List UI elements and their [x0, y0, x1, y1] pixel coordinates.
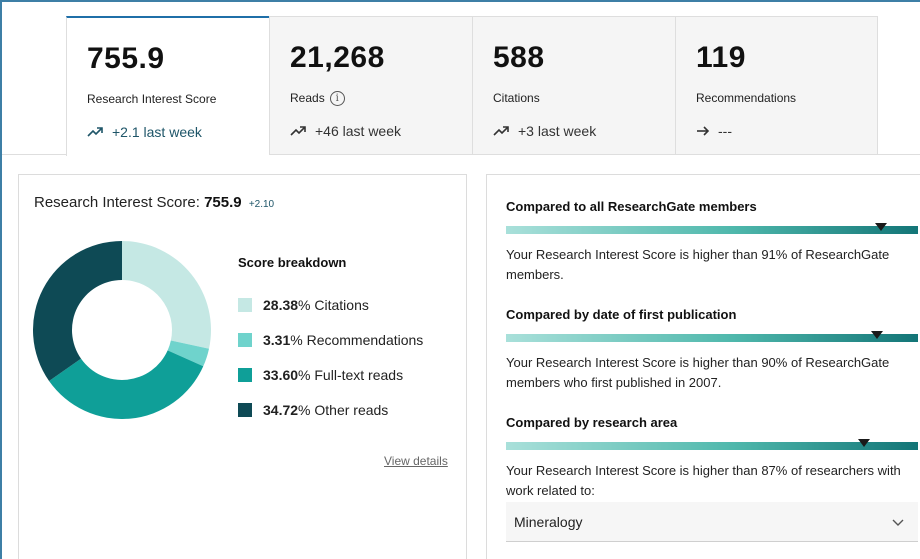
comparison-text: Your Research Interest Score is higher t… — [506, 463, 901, 498]
tab-value: 119 — [696, 41, 746, 74]
tab-label: Reads — [290, 91, 325, 105]
score-title: Research Interest Score: 755.9 +2.10 — [34, 194, 275, 211]
score-breakdown-card: Research Interest Score: 755.9 +2.10 Sco… — [18, 174, 467, 559]
comparisons-card: Compared to all ResearchGate members You… — [486, 174, 920, 559]
tab-trend-text: +3 last week — [518, 123, 597, 139]
score-value: 755.9 — [204, 194, 242, 211]
tab-trend-text: +2.1 last week — [112, 124, 202, 140]
legend-item-citations: 28.38% Citations — [238, 287, 423, 322]
comparison-first-publication: Compared by date of first publication Yo… — [506, 307, 918, 393]
score-delta: +2.10 — [248, 199, 275, 210]
tab-label: Recommendations — [696, 91, 797, 105]
tab-value: 755.9 — [87, 42, 165, 75]
percentile-marker — [858, 439, 871, 447]
comparison-title: Compared by date of first publication — [506, 307, 737, 322]
trend-up-icon — [493, 126, 510, 136]
tab-trend-text: +46 last week — [315, 123, 401, 139]
stats-tabs: 755.9 Research Interest Score +2.1 last … — [66, 16, 878, 156]
comparison-text: Your Research Interest Score is higher t… — [506, 247, 890, 282]
percentile-marker — [874, 223, 887, 231]
donut-slice-other-reads — [33, 241, 123, 382]
comparison-title: Compared by research area — [506, 415, 678, 430]
legend-swatch — [238, 297, 252, 312]
info-icon[interactable]: i — [329, 90, 345, 106]
trend-up-icon — [87, 127, 104, 137]
donut-slice-citations — [122, 241, 211, 349]
tab-recommendations[interactable]: 119 Recommendations --- — [675, 16, 878, 155]
research-area-select[interactable]: Mineralogy — [506, 502, 918, 542]
legend-item-other-reads: 34.72% Other reads — [238, 392, 423, 427]
legend-item-recommendations: 3.31% Recommendations — [238, 322, 423, 357]
chevron-down-icon — [892, 514, 904, 530]
score-donut-chart — [33, 241, 211, 419]
stats-panel: 755.9 Research Interest Score +2.1 last … — [0, 0, 920, 559]
tab-citations[interactable]: 588 Citations +3 last week — [472, 16, 675, 155]
score-breakdown: Score breakdown 28.38% Citations 3.31% R… — [238, 255, 423, 427]
percentile-bar — [506, 439, 918, 450]
legend-swatch — [238, 402, 252, 417]
percentile-bar — [506, 331, 918, 342]
legend-swatch — [238, 332, 252, 347]
legend-swatch — [238, 367, 252, 382]
comparison-research-area: Compared by research area Your Research … — [506, 415, 918, 501]
percentile-marker — [870, 331, 883, 339]
trend-up-icon — [290, 126, 307, 136]
tab-value: 588 — [493, 41, 545, 74]
tab-research-interest-score[interactable]: 755.9 Research Interest Score +2.1 last … — [66, 16, 269, 156]
tab-trend-text: --- — [718, 123, 732, 139]
tab-reads[interactable]: 21,268 Reads i +46 last week — [269, 16, 472, 155]
tab-value: 21,268 — [290, 41, 385, 74]
comparison-text: Your Research Interest Score is higher t… — [506, 355, 890, 390]
comparison-title: Compared to all ResearchGate members — [506, 199, 757, 214]
research-area-value: Mineralogy — [514, 513, 583, 530]
percentile-bar — [506, 223, 918, 234]
comparison-all-members: Compared to all ResearchGate members You… — [506, 199, 918, 285]
breakdown-title: Score breakdown — [238, 255, 347, 270]
view-details-link[interactable]: View details — [384, 454, 448, 468]
tab-label: Research Interest Score — [87, 92, 217, 106]
legend-item-full-text-reads: 33.60% Full-text reads — [238, 357, 423, 392]
arrow-right-icon — [696, 126, 710, 136]
tab-label: Citations — [493, 91, 540, 105]
